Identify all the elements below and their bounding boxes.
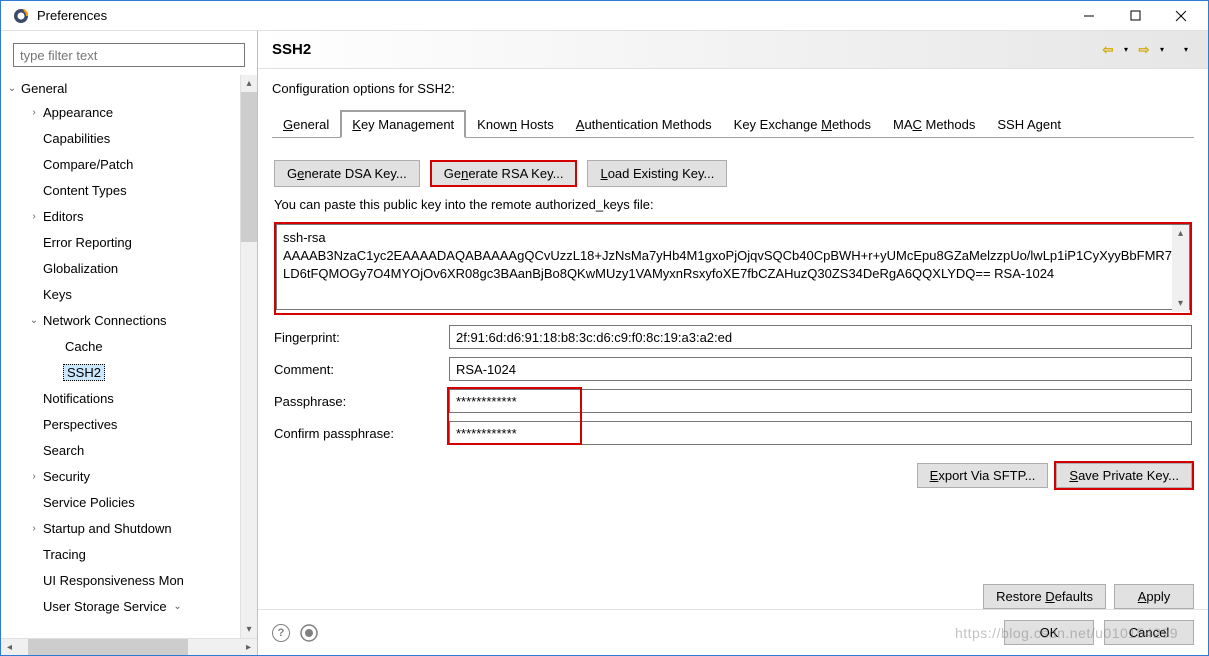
tree-item-userstorage[interactable]: User Storage Service⌄ bbox=[27, 595, 240, 617]
tree-item-notifications[interactable]: Notifications bbox=[27, 387, 240, 409]
scroll-left-icon[interactable]: ◂ bbox=[1, 642, 18, 653]
scroll-thumb[interactable] bbox=[28, 639, 188, 655]
chevron-down-icon[interactable]: ⌄ bbox=[5, 83, 19, 94]
page-title: SSH2 bbox=[272, 41, 1100, 58]
minimize-button[interactable] bbox=[1066, 1, 1112, 31]
tree-item-ssh2[interactable]: SSH2 bbox=[49, 361, 240, 383]
tree-item-editors[interactable]: ›Editors bbox=[27, 205, 240, 227]
fingerprint-label: Fingerprint: bbox=[274, 330, 439, 345]
tab-keyexch[interactable]: Key Exchange Methods bbox=[723, 111, 882, 137]
left-pane: ⌄General ›Appearance Capabilities Compar… bbox=[1, 31, 258, 655]
filter-input[interactable] bbox=[13, 43, 245, 67]
export-sftp-button[interactable]: Export Via SFTP... bbox=[917, 463, 1049, 488]
subtitle: Configuration options for SSH2: bbox=[272, 81, 1194, 96]
tab-sshagent[interactable]: SSH Agent bbox=[986, 111, 1072, 137]
tree-item-startup[interactable]: ›Startup and Shutdown bbox=[27, 517, 240, 539]
back-icon[interactable]: ⇦ bbox=[1100, 42, 1116, 58]
generate-dsa-button[interactable]: Generate DSA Key... bbox=[274, 160, 420, 187]
tab-knownhosts[interactable]: Known Hosts bbox=[466, 111, 565, 137]
tree-horizontal-scrollbar[interactable]: ◂ ▸ bbox=[1, 638, 257, 655]
chevron-right-icon[interactable]: › bbox=[27, 471, 41, 482]
tree-item-cache[interactable]: Cache bbox=[49, 335, 240, 357]
scroll-down-icon[interactable]: ▾ bbox=[1172, 295, 1189, 312]
tree-item-capabilities[interactable]: Capabilities bbox=[27, 127, 240, 149]
chevron-right-icon[interactable]: › bbox=[27, 107, 41, 118]
tree-item-search[interactable]: Search bbox=[27, 439, 240, 461]
tree-item-network[interactable]: ⌄Network Connections bbox=[27, 309, 240, 331]
tab-keymgmt[interactable]: Key Management bbox=[340, 110, 466, 138]
forward-icon[interactable]: ⇨ bbox=[1136, 42, 1152, 58]
close-button[interactable] bbox=[1158, 1, 1204, 31]
apply-button[interactable]: Apply bbox=[1114, 584, 1194, 609]
ok-button[interactable]: OK bbox=[1004, 620, 1094, 645]
passphrase-label: Passphrase: bbox=[274, 394, 439, 409]
tree-item-keys[interactable]: Keys bbox=[27, 283, 240, 305]
right-pane: SSH2 ⇦ ▾ ⇨ ▾ ▾ Configuration options for… bbox=[258, 31, 1208, 655]
forward-menu-icon[interactable]: ▾ bbox=[1154, 42, 1170, 58]
tab-general[interactable]: General bbox=[272, 111, 340, 137]
tree-item-servicepolicies[interactable]: Service Policies bbox=[27, 491, 240, 513]
tree-item-appearance[interactable]: ›Appearance bbox=[27, 101, 240, 123]
confirm-label: Confirm passphrase: bbox=[274, 426, 439, 441]
tree-vertical-scrollbar[interactable]: ▴ ▾ bbox=[240, 75, 257, 638]
cancel-button[interactable]: Cancel bbox=[1104, 620, 1194, 645]
public-key-label: You can paste this public key into the r… bbox=[274, 197, 1192, 212]
chevron-down-icon[interactable]: ⌄ bbox=[27, 315, 41, 326]
tab-macmethods[interactable]: MAC Methods bbox=[882, 111, 986, 137]
tab-authmethods[interactable]: Authentication Methods bbox=[565, 111, 723, 137]
titlebar: Preferences bbox=[1, 1, 1208, 31]
scroll-up-icon[interactable]: ▴ bbox=[241, 75, 257, 92]
pref-menu-icon[interactable]: ▾ bbox=[1178, 42, 1194, 58]
tree-item-general[interactable]: ⌄General bbox=[5, 77, 240, 99]
record-icon[interactable] bbox=[300, 624, 318, 642]
chevron-right-icon[interactable]: › bbox=[27, 523, 41, 534]
chevron-right-icon[interactable]: › bbox=[27, 211, 41, 222]
maximize-button[interactable] bbox=[1112, 1, 1158, 31]
comment-label: Comment: bbox=[274, 362, 439, 377]
generate-rsa-button[interactable]: Generate RSA Key... bbox=[430, 160, 578, 187]
scroll-right-icon[interactable]: ▸ bbox=[240, 642, 257, 653]
tree-item-uiresp[interactable]: UI Responsiveness Mon bbox=[27, 569, 240, 591]
tree-item-tracing[interactable]: Tracing bbox=[27, 543, 240, 565]
tree-item-errorreport[interactable]: Error Reporting bbox=[27, 231, 240, 253]
comment-field[interactable] bbox=[449, 357, 1192, 381]
load-key-button[interactable]: Load Existing Key... bbox=[587, 160, 727, 187]
scroll-up-icon[interactable]: ▴ bbox=[1172, 225, 1189, 242]
scroll-down-icon[interactable]: ▾ bbox=[241, 621, 257, 638]
tree-item-compare[interactable]: Compare/Patch bbox=[27, 153, 240, 175]
restore-defaults-button[interactable]: Restore Defaults bbox=[983, 584, 1106, 609]
back-menu-icon[interactable]: ▾ bbox=[1118, 42, 1134, 58]
tree-item-contenttypes[interactable]: Content Types bbox=[27, 179, 240, 201]
window-title: Preferences bbox=[37, 8, 1066, 23]
fingerprint-field[interactable] bbox=[449, 325, 1192, 349]
help-icon[interactable]: ? bbox=[272, 624, 290, 642]
header-nav-icons: ⇦ ▾ ⇨ ▾ ▾ bbox=[1100, 42, 1194, 58]
save-private-key-button[interactable]: Save Private Key... bbox=[1056, 463, 1192, 488]
confirm-field[interactable] bbox=[449, 421, 1192, 445]
app-icon bbox=[13, 8, 29, 24]
chevron-down-icon[interactable]: ⌄ bbox=[171, 601, 185, 612]
scroll-thumb[interactable] bbox=[241, 92, 257, 242]
textarea-scrollbar[interactable]: ▴ ▾ bbox=[1172, 225, 1189, 312]
preferences-tree[interactable]: ⌄General ›Appearance Capabilities Compar… bbox=[1, 75, 240, 638]
tabs: General Key Management Known Hosts Authe… bbox=[272, 110, 1194, 138]
passphrase-field[interactable] bbox=[449, 389, 1192, 413]
tree-item-perspectives[interactable]: Perspectives bbox=[27, 413, 240, 435]
tree-item-globalization[interactable]: Globalization bbox=[27, 257, 240, 279]
public-key-textarea[interactable]: ssh-rsa AAAAB3NzaC1yc2EAAAADAQABAAAAgQCv… bbox=[276, 224, 1190, 310]
tree-item-security[interactable]: ›Security bbox=[27, 465, 240, 487]
